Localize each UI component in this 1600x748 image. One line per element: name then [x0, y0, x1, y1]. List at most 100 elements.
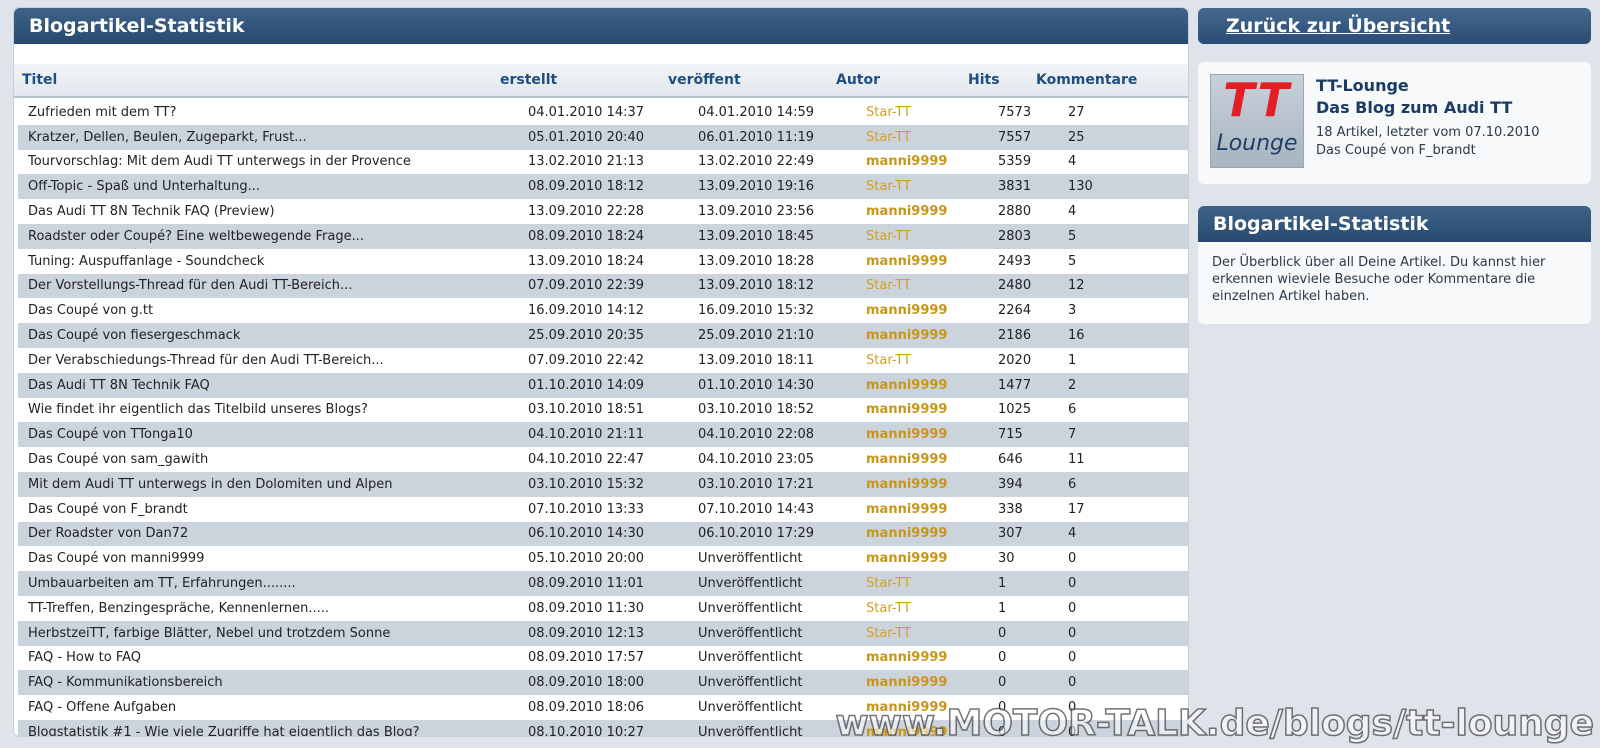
comments-count: 6	[1068, 402, 1077, 418]
table-row: FAQ - How to FAQ 08.09.2010 17:57 Unveröff…	[18, 646, 1188, 671]
article-title-link[interactable]: Zufrieden mit dem TT?	[18, 100, 528, 125]
column-header-title[interactable]: Titel	[22, 64, 57, 96]
comments-count: 25	[1068, 129, 1085, 145]
hits-count: 1477	[998, 377, 1032, 393]
article-title-link[interactable]: HerbstzeiTT, farbige Blätter, Nebel und …	[18, 621, 528, 646]
table-row: Kratzer, Dellen, Beulen, Zugeparkt, Frus…	[18, 124, 1188, 150]
author-link[interactable]: manni9999	[866, 150, 998, 175]
hits-count: 2493	[998, 253, 1032, 269]
created-date: 07.09.2010 22:42	[528, 352, 645, 368]
article-title-link[interactable]: Das Audi TT 8N Technik FAQ	[18, 373, 528, 398]
author-link[interactable]: manni9999	[866, 497, 998, 522]
article-title-link[interactable]: FAQ - Offene Aufgaben	[18, 695, 528, 720]
author-link[interactable]: manni9999	[866, 199, 998, 224]
column-header-hits[interactable]: Hits	[968, 64, 1000, 96]
article-title-link[interactable]: Roadster oder Coupé? Eine weltbewegende …	[18, 224, 528, 249]
author-link[interactable]: manni9999	[866, 447, 998, 472]
table-row: Das Coupé von manni9999 05.10.2010 20:00 U…	[18, 546, 1188, 571]
author-link[interactable]: Star-TT	[866, 174, 998, 199]
stats-description: Der Überblick über all Deine Artikel. Du…	[1212, 255, 1546, 304]
article-title-link[interactable]: Das Audi TT 8N Technik FAQ (Preview)	[18, 199, 528, 224]
comments-count: 1	[1068, 352, 1077, 368]
column-header-author[interactable]: Autor	[836, 64, 880, 96]
author-link[interactable]: Star-TT	[866, 224, 998, 249]
back-to-overview-link[interactable]: Zurück zur Übersicht	[1226, 8, 1450, 44]
table-row: Off-Topic - Spaß und Unterhaltung... 08.0…	[18, 174, 1188, 200]
published-date: 04.10.2010 23:05	[698, 452, 815, 468]
latest-article-link[interactable]: Das Coupé von F_brandt	[1316, 142, 1540, 160]
logo-tt-text: TT	[1223, 73, 1291, 127]
article-title-link[interactable]: Der Vorstellungs-Thread für den Audi TT-…	[18, 274, 528, 299]
author-link[interactable]: Star-TT	[866, 571, 998, 596]
published-date: Unveröffentlicht	[698, 675, 803, 691]
author-link[interactable]: Star-TT	[866, 125, 998, 150]
created-date: 04.10.2010 22:47	[528, 452, 645, 468]
hits-count: 2480	[998, 278, 1032, 294]
author-link[interactable]: manni9999	[866, 398, 998, 423]
comments-count: 0	[1068, 625, 1077, 641]
blog-subtitle-link[interactable]: Das Blog zum Audi TT	[1316, 98, 1512, 117]
author-link[interactable]: Star-TT	[866, 100, 998, 125]
comments-count: 17	[1068, 501, 1085, 517]
article-title-link[interactable]: Das Coupé von TTonga10	[18, 422, 528, 447]
article-title-link[interactable]: Tuning: Auspuffanlage - Soundcheck	[18, 249, 528, 274]
column-header-comments[interactable]: Kommentare	[1036, 64, 1137, 96]
article-title-link[interactable]: TT-Treffen, Benzingespräche, Kennenlerne…	[18, 596, 528, 621]
article-title-link[interactable]: Wie findet ihr eigentlich das Titelbild …	[18, 398, 528, 423]
hits-count: 646	[998, 452, 1023, 468]
published-date: Unveröffentlicht	[698, 625, 803, 641]
author-link[interactable]: Star-TT	[866, 348, 998, 373]
comments-count: 27	[1068, 104, 1085, 120]
column-header-published[interactable]: veröffent	[668, 64, 741, 96]
article-title-link[interactable]: Mit dem Audi TT unterwegs in den Dolomit…	[18, 472, 528, 497]
article-title-link[interactable]: Das Coupé von sam_gawith	[18, 447, 528, 472]
blog-logo[interactable]: TT Lounge	[1210, 73, 1304, 168]
author-link[interactable]: manni9999	[866, 323, 998, 348]
article-title-link[interactable]: Off-Topic - Spaß und Unterhaltung...	[18, 174, 528, 199]
author-link[interactable]: manni9999	[866, 249, 998, 274]
author-link[interactable]: manni9999	[866, 546, 998, 571]
created-date: 08.09.2010 11:30	[528, 600, 645, 616]
hits-count: 1	[998, 576, 1007, 592]
author-link[interactable]: manni9999	[866, 298, 998, 323]
hits-count: 0	[998, 675, 1007, 691]
created-date: 08.09.2010 18:12	[528, 179, 645, 195]
author-link[interactable]: manni9999	[866, 472, 998, 497]
hits-count: 30	[998, 551, 1015, 567]
article-title-link[interactable]: Umbauarbeiten am TT, Erfahrungen........	[18, 571, 528, 596]
published-date: 16.09.2010 15:32	[698, 303, 815, 319]
created-date: 08.09.2010 18:24	[528, 228, 645, 244]
published-date: 06.10.2010 17:29	[698, 526, 815, 542]
blog-name-link[interactable]: TT-Lounge	[1316, 76, 1409, 95]
published-date: 13.02.2010 22:49	[698, 154, 815, 170]
author-link[interactable]: manni9999	[866, 670, 998, 695]
published-date: 13.09.2010 19:16	[698, 179, 815, 195]
author-link[interactable]: manni9999	[866, 373, 998, 398]
article-title-link[interactable]: Blogstatistik #1 - Wie viele Zugriffe ha…	[18, 720, 528, 736]
article-title-link[interactable]: Tourvorschlag: Mit dem Audi TT unterwegs…	[18, 150, 528, 175]
stats-box-title: Blogartikel-Statistik	[1198, 206, 1591, 242]
article-title-link[interactable]: Der Verabschiedungs-Thread für den Audi …	[18, 348, 528, 373]
article-title-link[interactable]: Das Coupé von manni9999	[18, 546, 528, 571]
published-date: 13.09.2010 23:56	[698, 204, 815, 220]
article-title-link[interactable]: FAQ - Kommunikationsbereich	[18, 670, 528, 695]
column-header-created[interactable]: erstellt	[500, 64, 557, 96]
created-date: 03.10.2010 15:32	[528, 476, 645, 492]
author-link[interactable]: Star-TT	[866, 621, 998, 646]
published-date: 13.09.2010 18:11	[698, 352, 815, 368]
article-title-link[interactable]: Kratzer, Dellen, Beulen, Zugeparkt, Frus…	[18, 125, 528, 150]
author-link[interactable]: manni9999	[866, 422, 998, 447]
comments-count: 4	[1068, 526, 1077, 542]
author-link[interactable]: Star-TT	[866, 274, 998, 299]
comments-count: 0	[1068, 576, 1077, 592]
article-title-link[interactable]: Das Coupé von F_brandt	[18, 497, 528, 522]
author-link[interactable]: Star-TT	[866, 596, 998, 621]
article-title-link[interactable]: Das Coupé von fiesergeschmack	[18, 323, 528, 348]
article-title-link[interactable]: Der Roadster von Dan72	[18, 522, 528, 547]
published-date: 04.01.2010 14:59	[698, 104, 815, 120]
author-link[interactable]: manni9999	[866, 646, 998, 671]
author-link[interactable]: manni9999	[866, 522, 998, 547]
comments-count: 0	[1068, 650, 1077, 666]
article-title-link[interactable]: Das Coupé von g.tt	[18, 298, 528, 323]
article-title-link[interactable]: FAQ - How to FAQ	[18, 646, 528, 671]
